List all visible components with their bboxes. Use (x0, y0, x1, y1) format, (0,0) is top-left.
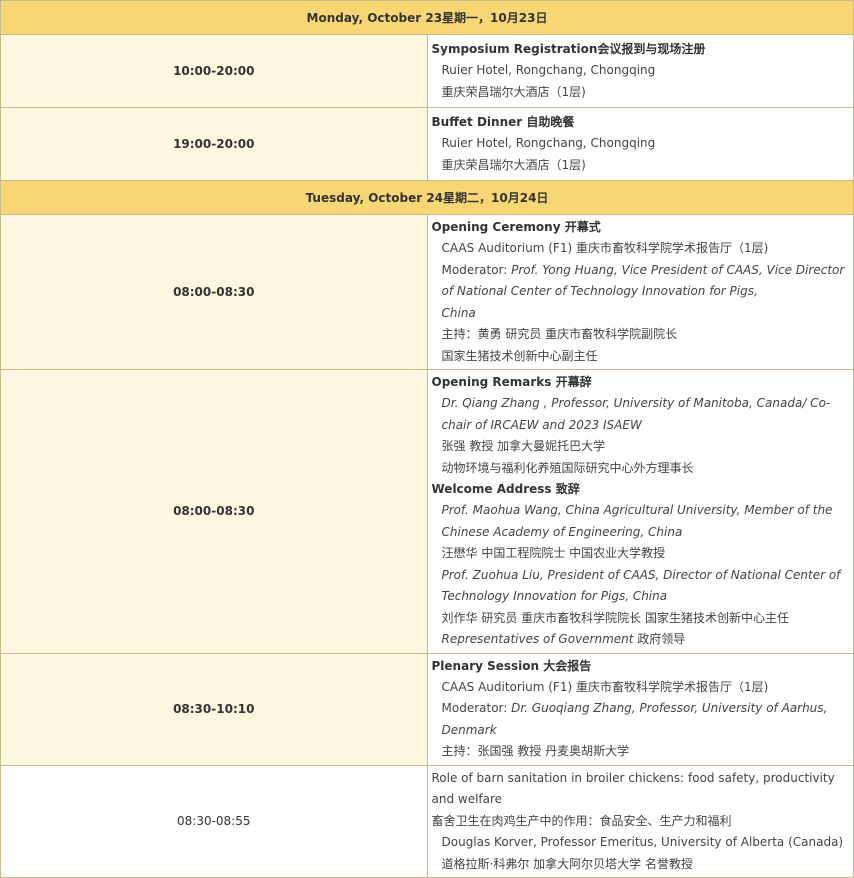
moderator-label: Moderator: (441, 701, 512, 715)
session-title: Buffet Dinner 自助晚餐 (431, 115, 575, 129)
day-header-row: Tuesday, October 24星期二，10月24日 (0, 180, 854, 215)
talk-title-en: Role of barn sanitation in broiler chick… (431, 770, 835, 807)
session-content: Plenary Session 大会报告 CAAS Auditorium (F1… (426, 652, 854, 766)
host-cn-cont: 国家生猪技术创新中心副主任 (441, 348, 598, 363)
government-line: Representatives of Government 政府领导 (432, 629, 850, 651)
session-row-talk: 08:30-08:55 Role of barn sanitation in b… (0, 764, 854, 878)
welcome-speaker-1-en: Prof. Maohua Wang, China Agricultural Un… (441, 503, 833, 539)
welcome-speaker-1-cn: 汪懋华 中国工程院院士 中国农业大学教授 (441, 546, 666, 560)
talk-speaker-en: Douglas Korver, Professor Emeritus, Univ… (441, 835, 844, 849)
session-content: Symposium Registration会议报到与现场注册 Ruier Ho… (426, 34, 854, 108)
session-row-opening: 08:00-08:30 Opening Ceremony 开幕式 CAAS Au… (0, 214, 854, 370)
welcome-title: Welcome Address 致辞 (431, 482, 580, 496)
welcome-speaker-2-en: Prof. Zuohua Liu, President of CAAS, Dir… (441, 567, 841, 604)
speaker-cn: 张强 教授 加拿大曼妮托巴大学 (441, 439, 606, 453)
session-time: 10:00-20:00 (0, 34, 428, 108)
government-cn: 政府领导 (633, 632, 686, 646)
speaker-cn-cont: 动物环境与福利化养殖国际研究中心外方理事长 (441, 460, 694, 475)
session-row-registration: 10:00-20:00 Symposium Registration会议报到与现… (0, 34, 854, 108)
talk-title-cn: 畜舍卫生在肉鸡生产中的作用：食品安全、生产力和福利 (431, 813, 732, 828)
moderator-name-cont: China (441, 305, 476, 320)
moderator-line: Moderator: Prof. Yong Huang, Vice Presid… (432, 260, 850, 303)
session-venue-en: Ruier Hotel, Rongchang, Chongqing (441, 136, 656, 150)
session-venue-en: Ruier Hotel, Rongchang, Chongqing (441, 63, 656, 77)
session-content: Opening Remarks 开幕辞 Dr. Qiang Zhang , Pr… (426, 369, 854, 654)
host-cn: 主持：黄勇 研究员 重庆市畜牧科学院副院长 (441, 327, 678, 341)
session-content: Opening Ceremony 开幕式 CAAS Auditorium (F1… (426, 214, 854, 370)
session-row-dinner: 19:00-20:00 Buffet Dinner 自助晚餐 Ruier Hot… (0, 107, 854, 181)
session-venue: CAAS Auditorium (F1) 重庆市畜牧科学院学术报告厅（1层) (441, 679, 769, 694)
session-content: Buffet Dinner 自助晚餐 Ruier Hotel, Rongchan… (426, 107, 854, 181)
session-time: 08:00-08:30 (0, 369, 428, 654)
session-row-plenary: 08:30-10:10 Plenary Session 大会报告 CAAS Au… (0, 652, 854, 766)
session-title: Opening Remarks 开幕辞 (431, 375, 592, 389)
day-header-monday: Monday, October 23星期一，10月23日 (0, 0, 854, 35)
session-time: 08:30-10:10 (0, 652, 428, 766)
session-time: 08:30-08:55 (0, 764, 428, 878)
schedule-table: Monday, October 23星期一，10月23日 10:00-20:00… (0, 0, 854, 878)
host-cn: 主持：张国强 教授 丹麦奥胡斯大学 (441, 744, 630, 758)
session-venue-cn: 重庆荣昌瑞尔大酒店（1层) (441, 157, 586, 172)
welcome-speaker-2-cn: 刘作华 研究员 重庆市畜牧科学院院长 国家生猪技术创新中心主任 (441, 610, 789, 625)
day-header-row: Monday, October 23星期一，10月23日 (0, 0, 854, 35)
moderator-label: Moderator: (441, 262, 512, 277)
session-venue-cn: 重庆荣昌瑞尔大酒店（1层) (441, 84, 586, 99)
session-time: 19:00-20:00 (0, 107, 428, 181)
session-title: Symposium Registration会议报到与现场注册 (431, 42, 706, 56)
session-venue: CAAS Auditorium (F1) 重庆市畜牧科学院学术报告厅（1层) (441, 241, 769, 255)
talk-speaker-cn: 道格拉斯·科弗尔 加拿大阿尔贝塔大学 名誉教授 (441, 856, 693, 871)
session-time: 08:00-08:30 (0, 214, 428, 370)
session-row-remarks: 08:00-08:30 Opening Remarks 开幕辞 Dr. Qian… (0, 369, 854, 654)
session-title: Plenary Session 大会报告 (431, 658, 592, 673)
government-en: Representatives of Government (441, 632, 634, 646)
session-title: Opening Ceremony 开幕式 (431, 220, 601, 234)
session-content: Role of barn sanitation in broiler chick… (426, 764, 854, 878)
day-header-tuesday: Tuesday, October 24星期二，10月24日 (0, 180, 854, 215)
speaker-en: Dr. Qiang Zhang , Professor, University … (441, 396, 831, 432)
moderator-line: Moderator: Dr. Guoqiang Zhang, Professor… (432, 698, 850, 741)
